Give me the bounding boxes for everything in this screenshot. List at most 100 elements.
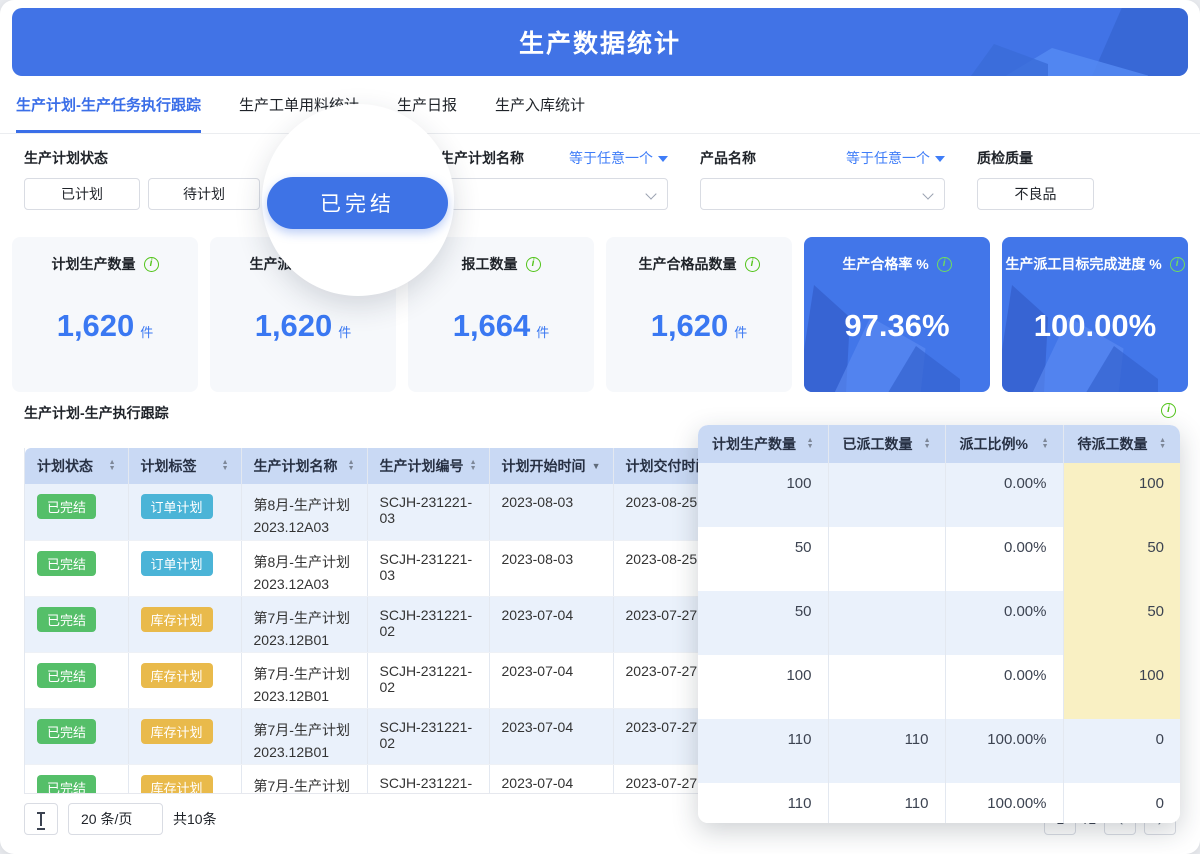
plan-name-text: 第7月-生产计划2023.12B01 xyxy=(254,663,355,707)
pending-qty-cell: 50 xyxy=(1063,527,1180,591)
card-value-unit: 件 xyxy=(536,322,549,341)
status-cell: 已完结 xyxy=(25,764,128,793)
chevron-down-icon xyxy=(645,188,656,199)
completed-filter-button[interactable]: 已完结 xyxy=(267,177,448,229)
panel-column-header-inner: 待派工数量 ▲▼ xyxy=(1078,434,1167,454)
column-header-label: 生产计划编号 xyxy=(380,456,464,476)
plan-name-operator-dropdown[interactable]: 等于任意一个 xyxy=(569,148,668,168)
filter-quality: 质检质量 不良品 xyxy=(977,146,1177,210)
info-icon[interactable]: i xyxy=(144,257,159,272)
dispatch-ratio-cell: 0.00% xyxy=(945,655,1063,719)
tag-badge: 库存计划 xyxy=(141,719,213,744)
card-value-unit: 件 xyxy=(140,322,153,341)
column-header-label: 计划交付时间 xyxy=(626,456,710,476)
panel-column-header-2[interactable]: 已派工数量▲▼ xyxy=(828,425,945,463)
card-value: 100.00% xyxy=(1002,274,1188,392)
column-header-4[interactable]: 生产计划编号▲▼ xyxy=(367,448,489,484)
panel-column-header-3[interactable]: 派工比例%▲▼ xyxy=(945,425,1063,463)
product-name-select[interactable] xyxy=(700,178,945,210)
plan-name-select[interactable] xyxy=(440,178,668,210)
plan-status-label: 生产计划状态 xyxy=(24,148,108,168)
info-icon[interactable]: i xyxy=(937,257,952,272)
plan-name-cell: 第7月-生产计划2023.12B01 xyxy=(241,596,367,652)
card-value-number: 1,620 xyxy=(651,308,729,344)
column-header-label: 生产计划名称 xyxy=(254,456,338,476)
tag-badge: 订单计划 xyxy=(141,551,213,576)
info-icon[interactable]: i xyxy=(745,257,760,272)
pending-qty-cell: 50 xyxy=(1063,591,1180,655)
triangle-down-icon xyxy=(935,156,945,162)
dispatched-qty-cell xyxy=(828,527,945,591)
card-value-number: 1,620 xyxy=(57,308,135,344)
tab-4[interactable]: 生产入库统计 xyxy=(495,76,585,133)
plan-status-button-2[interactable]: 待计划 xyxy=(148,178,260,210)
planned-qty-cell: 110 xyxy=(698,719,828,783)
plan-name-cell: 第8月-生产计划2023.12A03 xyxy=(241,540,367,596)
sort-down-arrow: ▼ xyxy=(1159,444,1166,450)
sort-icon: ▲▼ xyxy=(1159,438,1166,450)
column-header-1[interactable]: 计划状态▲▼ xyxy=(25,448,128,484)
filter-bar: 生产计划状态 已计划待计划 生产计划名称 等于任意一个 产品名称 等于任意一个 xyxy=(24,146,1176,226)
dispatch-ratio-cell: 0.00% xyxy=(945,527,1063,591)
sort-down-arrow: ▼ xyxy=(348,466,355,472)
plan-name-text: 第7月-生产计划2023.12B01 xyxy=(254,719,355,763)
status-cell: 已完结 xyxy=(25,484,128,540)
sort-icon: ▲▼ xyxy=(1042,438,1049,450)
column-header-inner: 生产计划编号▲▼ xyxy=(380,456,477,476)
tag-badge: 库存计划 xyxy=(141,775,213,794)
panel-column-header-4[interactable]: 待派工数量 ▲▼ xyxy=(1063,425,1180,463)
plan-code-cell: SCJH-231221-03 xyxy=(367,540,489,596)
panel-body: 1000.00%100500.00%50500.00%501000.00%100… xyxy=(698,463,1180,823)
sort-icon: ▲▼ xyxy=(924,438,931,450)
sort-down-arrow: ▼ xyxy=(1042,444,1049,450)
column-settings-button[interactable] xyxy=(24,803,58,835)
plan-code-cell: SCJH-231221-02 xyxy=(367,652,489,708)
stat-card-1: 计划生产数量 i 1,620 件 xyxy=(12,237,198,392)
plan-code-cell: SCJH-231221-02 xyxy=(367,708,489,764)
start-date-cell: 2023-07-04 xyxy=(489,596,613,652)
stat-cards-row: 计划生产数量i1,620件生产派工数量i1,620件报工数量i1,664件生产合… xyxy=(12,237,1188,392)
table-section-title: 生产计划-生产执行跟踪 xyxy=(24,403,169,423)
card-value-number: 100.00% xyxy=(1034,308,1156,344)
planned-qty-cell: 100 xyxy=(698,463,828,527)
status-badge: 已完结 xyxy=(37,775,96,794)
tag-badge: 库存计划 xyxy=(141,607,213,632)
sort-down-arrow: ▼ xyxy=(109,466,116,472)
start-date-cell: 2023-07-04 xyxy=(489,652,613,708)
app-window: 生产数据统计 生产计划-生产任务执行跟踪生产工单用料统计生产日报生产入库统计 生… xyxy=(0,0,1200,854)
status-badge: 已完结 xyxy=(37,719,96,744)
card-title: 计划生产数量 xyxy=(52,254,136,274)
dispatch-columns-panel: 计划生产数量▲▼已派工数量▲▼派工比例%▲▼待派工数量▲▼ 1000.00%10… xyxy=(698,425,1180,823)
plan-status-button-1[interactable]: 已计划 xyxy=(24,178,140,210)
plan-code-cell: SCJH-231221-02 xyxy=(367,764,489,793)
panel-column-header-label: 待派工数量 xyxy=(1078,434,1148,454)
column-header-5[interactable]: 计划开始时间▼ xyxy=(489,448,613,484)
plan-name-text: 第8月-生产计划2023.12A03 xyxy=(254,494,355,538)
tag-cell: 订单计划 xyxy=(128,484,241,540)
defective-filter-button[interactable]: 不良品 xyxy=(977,178,1094,210)
card-title: 生产派工目标完成进度 % xyxy=(1005,254,1161,274)
column-header-3[interactable]: 生产计划名称▲▼ xyxy=(241,448,367,484)
info-icon[interactable]: i xyxy=(526,257,541,272)
card-value-number: 97.36% xyxy=(844,308,949,344)
table-section-header: 生产计划-生产执行跟踪 i xyxy=(24,403,1176,423)
dispatched-qty-cell xyxy=(828,591,945,655)
pending-qty-cell: 0 xyxy=(1063,783,1180,823)
product-name-operator-dropdown[interactable]: 等于任意一个 xyxy=(846,148,945,168)
chevron-down-icon xyxy=(922,188,933,199)
page-size-select[interactable]: 20 条/页 xyxy=(68,803,163,835)
info-icon[interactable]: i xyxy=(1161,403,1176,418)
status-badge: 已完结 xyxy=(37,663,96,688)
card-title: 生产合格率 % xyxy=(842,254,928,274)
tab-1[interactable]: 生产计划-生产任务执行跟踪 xyxy=(16,76,201,133)
dispatched-qty-cell xyxy=(828,655,945,719)
tag-cell: 库存计划 xyxy=(128,708,241,764)
filter-plan-name: 生产计划名称 等于任意一个 xyxy=(440,146,668,210)
info-icon[interactable]: i xyxy=(1170,257,1185,272)
column-header-2[interactable]: 计划标签▲▼ xyxy=(128,448,241,484)
planned-qty-cell: 110 xyxy=(698,783,828,823)
card-title: 生产合格品数量 xyxy=(639,254,737,274)
panel-column-header-1[interactable]: 计划生产数量▲▼ xyxy=(698,425,828,463)
plan-name-cell: 第8月-生产计划2023.12A03 xyxy=(241,484,367,540)
plan-name-text: 第7月-生产计划2023.12B01 xyxy=(254,775,355,794)
